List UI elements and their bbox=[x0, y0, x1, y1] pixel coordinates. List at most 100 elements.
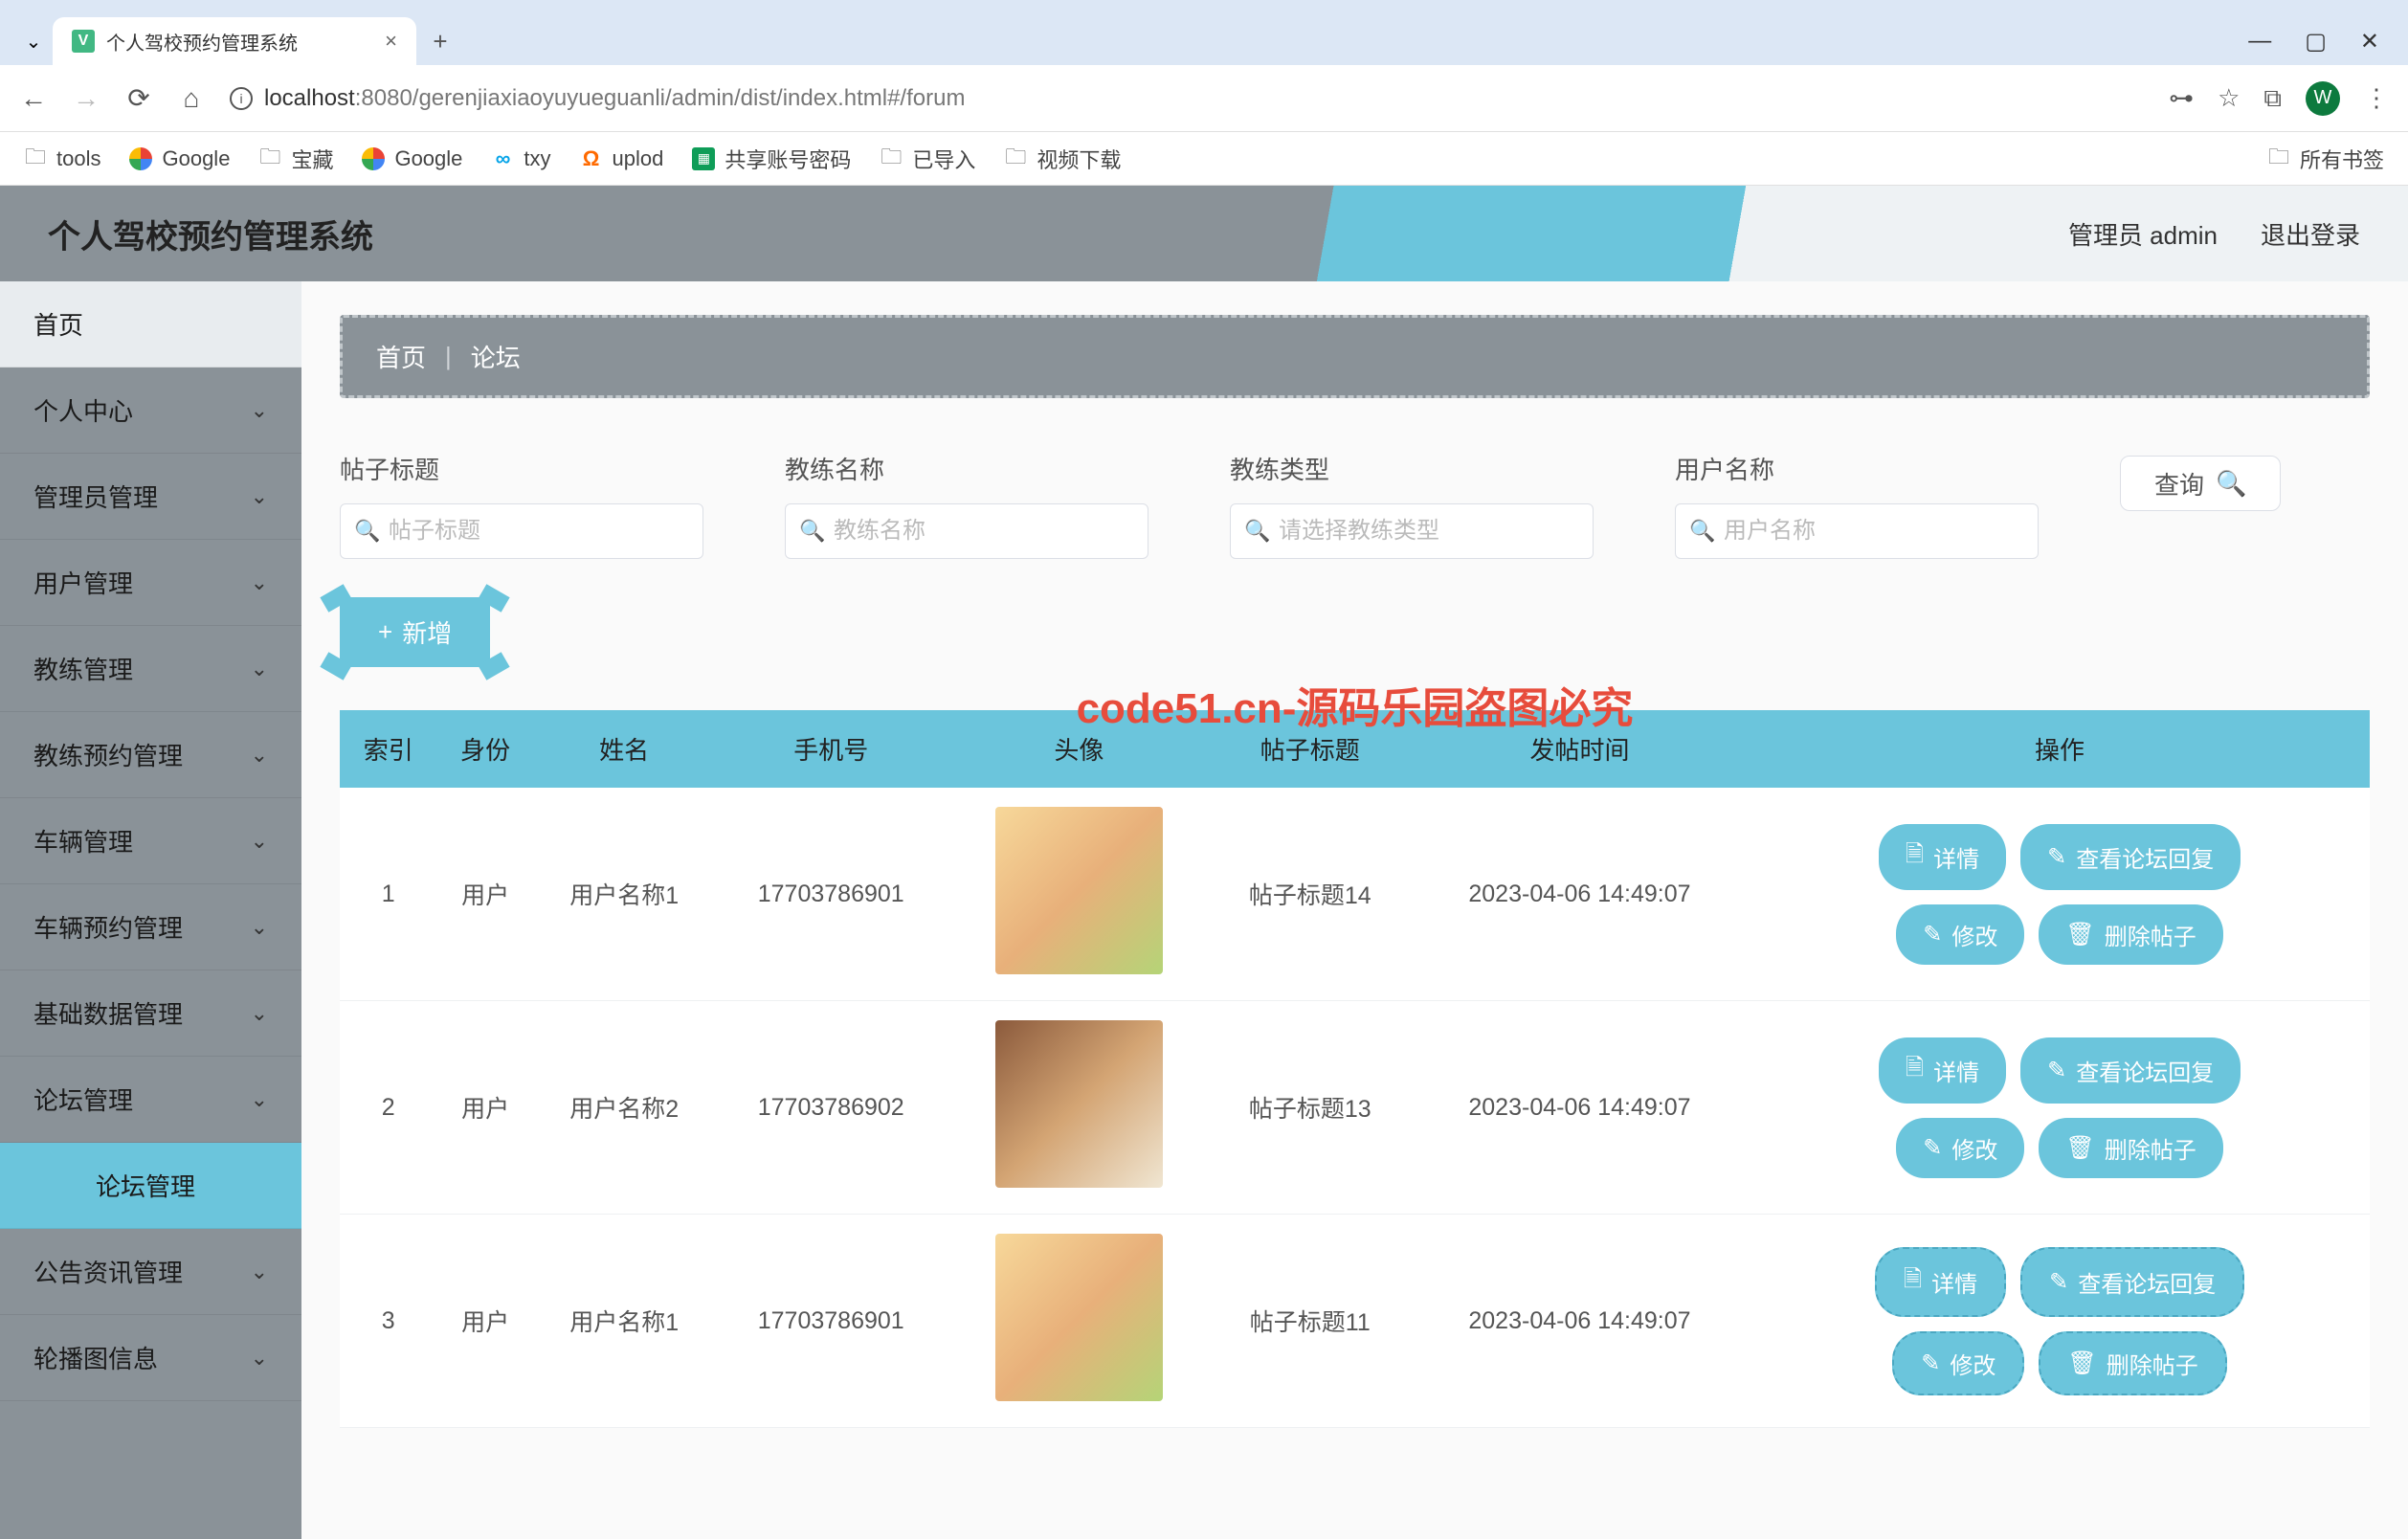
edit-button[interactable]: ✎修改 bbox=[1896, 904, 2024, 965]
new-tab-button[interactable]: + bbox=[416, 17, 464, 65]
tab-dropdown[interactable]: ⌄ bbox=[14, 17, 53, 65]
delete-button[interactable]: 🗑删除帖子 bbox=[2039, 904, 2222, 965]
add-button-wrap: + 新增 bbox=[340, 597, 490, 667]
breadcrumb-home[interactable]: 首页 bbox=[376, 339, 426, 374]
table-header-row: 索引身份姓名手机号头像帖子标题发帖时间操作 bbox=[340, 710, 2370, 788]
edit-icon: ✎ bbox=[1921, 1349, 1940, 1377]
password-key-icon[interactable]: ⊶ bbox=[2169, 83, 2194, 113]
minimize-icon[interactable]: — bbox=[2248, 28, 2271, 55]
chevron-down-icon: ⌄ bbox=[251, 657, 268, 681]
sidebar-item-1[interactable]: 个人中心⌄ bbox=[0, 368, 301, 454]
search-input-3[interactable] bbox=[1675, 503, 2039, 559]
cell-role: 用户 bbox=[436, 1215, 533, 1428]
bookmark-tools[interactable]: 🗀tools bbox=[24, 146, 100, 171]
detail-button[interactable]: 🗎详情 bbox=[1879, 824, 2006, 890]
cell-title: 帖子标题13 bbox=[1211, 1001, 1410, 1215]
site-info-icon[interactable]: i bbox=[230, 87, 253, 110]
avatar-image bbox=[995, 1020, 1163, 1188]
search-icon: 🔍 bbox=[1244, 519, 1270, 544]
cell-name: 用户名称1 bbox=[534, 788, 715, 1001]
chevron-down-icon: ⌄ bbox=[251, 1346, 268, 1371]
chevron-down-icon: ⌄ bbox=[251, 743, 268, 768]
sidebar-item-6[interactable]: 车辆管理 ⌄ bbox=[0, 798, 301, 884]
sidebar-subitem-forum[interactable]: 论坛管理 bbox=[0, 1143, 301, 1229]
bookmark-txy[interactable]: ∞txy bbox=[491, 146, 550, 171]
edit-icon: ✎ bbox=[1923, 921, 1942, 948]
admin-label[interactable]: 管理员 admin bbox=[2068, 216, 2218, 252]
table-header: 发帖时间 bbox=[1410, 710, 1750, 788]
bookmark-video[interactable]: 🗀视频下载 bbox=[1004, 144, 1121, 174]
doc-icon: 🗎 bbox=[1906, 1051, 1924, 1090]
bookmark-share[interactable]: ▦共享账号密码 bbox=[692, 144, 851, 174]
sidebar: 首页个人中心⌄管理员管理⌄用户管理⌄教练管理⌄教练预约管理⌄车辆管理⌄车辆预约管… bbox=[0, 281, 301, 1539]
sidebar-item-4[interactable]: 教练管理⌄ bbox=[0, 626, 301, 712]
table-header: 身份 bbox=[436, 710, 533, 788]
sidebar-label: 首页 bbox=[33, 306, 83, 342]
sidebar-item-7[interactable]: 车辆预约管理⌄ bbox=[0, 884, 301, 970]
edit-button[interactable]: ✎修改 bbox=[1896, 1118, 2024, 1178]
close-tab-icon[interactable]: × bbox=[385, 29, 397, 54]
cell-name: 用户名称2 bbox=[534, 1001, 715, 1215]
detail-button[interactable]: 🗎详情 bbox=[1879, 1037, 2006, 1104]
bookmark-star-icon[interactable]: ☆ bbox=[2218, 83, 2240, 113]
detail-button[interactable]: 🗎详情 bbox=[1875, 1247, 2006, 1317]
breadcrumb-current: 论坛 bbox=[471, 339, 521, 374]
chevron-down-icon: ⌄ bbox=[251, 484, 268, 509]
bookmark-imported[interactable]: 🗀已导入 bbox=[880, 144, 975, 174]
sidebar-item-9[interactable]: 论坛管理 ⌄ bbox=[0, 1057, 301, 1143]
sidebar-label: 用户管理 bbox=[33, 565, 133, 600]
extensions-icon[interactable]: ⧉ bbox=[2263, 83, 2282, 114]
logout-link[interactable]: 退出登录 bbox=[2261, 216, 2360, 252]
sidebar-item-5[interactable]: 教练预约管理⌄ bbox=[0, 712, 301, 798]
view-reply-button[interactable]: ✎查看论坛回复 bbox=[2020, 824, 2241, 890]
add-button[interactable]: + 新增 bbox=[340, 597, 490, 667]
profile-avatar[interactable]: W bbox=[2306, 81, 2340, 116]
main-content: 首页 | 论坛 帖子标题 🔍 教练名称 🔍 教练类型 🔍 用户名称 🔍 查询 bbox=[301, 281, 2408, 1539]
search-input-0[interactable] bbox=[340, 503, 703, 559]
search-icon: 🔍 bbox=[799, 519, 825, 544]
cell-index: 3 bbox=[340, 1215, 436, 1428]
bookmark-baozang[interactable]: 🗀宝藏 bbox=[258, 144, 333, 174]
sidebar-label: 轮播图信息 bbox=[33, 1340, 158, 1375]
address-bar[interactable]: i localhost:8080/gerenjiaxiaoyuyueguanli… bbox=[230, 85, 2145, 112]
view-reply-button[interactable]: ✎查看论坛回复 bbox=[2020, 1037, 2241, 1104]
search-group-2: 教练类型 🔍 bbox=[1230, 451, 1594, 559]
sidebar-label: 论坛管理 bbox=[33, 1082, 133, 1117]
back-icon[interactable]: ← bbox=[19, 83, 48, 114]
close-window-icon[interactable]: ✕ bbox=[2360, 28, 2379, 56]
search-row: 帖子标题 🔍 教练名称 🔍 教练类型 🔍 用户名称 🔍 查询 🔍 bbox=[340, 451, 2370, 559]
forward-icon[interactable]: → bbox=[72, 83, 100, 114]
sidebar-item-2[interactable]: 管理员管理⌄ bbox=[0, 454, 301, 540]
sidebar-item-11[interactable]: 轮播图信息 ⌄ bbox=[0, 1315, 301, 1401]
delete-button[interactable]: 🗑删除帖子 bbox=[2039, 1331, 2226, 1395]
search-input-2[interactable] bbox=[1230, 503, 1594, 559]
chevron-down-icon: ⌄ bbox=[251, 1087, 268, 1112]
view-reply-button[interactable]: ✎查看论坛回复 bbox=[2020, 1247, 2244, 1317]
trash-icon: 🗑 bbox=[2067, 1349, 2096, 1377]
bookmark-google[interactable]: Google bbox=[129, 146, 230, 171]
sidebar-item-10[interactable]: 公告资讯管理⌄ bbox=[0, 1229, 301, 1315]
bookmark-google-2[interactable]: Google bbox=[362, 146, 462, 171]
avatar-image bbox=[995, 1234, 1163, 1401]
sidebar-item-0[interactable]: 首页 bbox=[0, 281, 301, 368]
trash-icon: 🗑 bbox=[2065, 921, 2094, 948]
home-icon[interactable]: ⌂ bbox=[177, 83, 206, 114]
sidebar-label: 车辆管理 bbox=[33, 823, 133, 859]
reload-icon[interactable]: ⟳ bbox=[124, 82, 153, 114]
sidebar-item-3[interactable]: 用户管理⌄ bbox=[0, 540, 301, 626]
maximize-icon[interactable]: ▢ bbox=[2305, 28, 2327, 56]
search-input-1[interactable] bbox=[785, 503, 1148, 559]
all-bookmarks[interactable]: 🗀所有书签 bbox=[2267, 144, 2384, 174]
breadcrumb-separator: | bbox=[445, 342, 452, 371]
edit-button[interactable]: ✎修改 bbox=[1892, 1331, 2024, 1395]
sidebar-item-8[interactable]: 基础数据管理⌄ bbox=[0, 970, 301, 1057]
browser-tab[interactable]: V 个人驾校预约管理系统 × bbox=[53, 17, 416, 65]
delete-button[interactable]: 🗑删除帖子 bbox=[2039, 1118, 2222, 1178]
search-label: 帖子标题 bbox=[340, 451, 703, 486]
bookmark-uplod[interactable]: Ωuplod bbox=[580, 146, 664, 171]
cell-role: 用户 bbox=[436, 788, 533, 1001]
avatar-image bbox=[995, 807, 1163, 974]
menu-icon[interactable]: ⋮ bbox=[2364, 83, 2389, 113]
chevron-down-icon: ⌄ bbox=[251, 829, 268, 854]
query-button[interactable]: 查询 🔍 bbox=[2120, 456, 2281, 511]
